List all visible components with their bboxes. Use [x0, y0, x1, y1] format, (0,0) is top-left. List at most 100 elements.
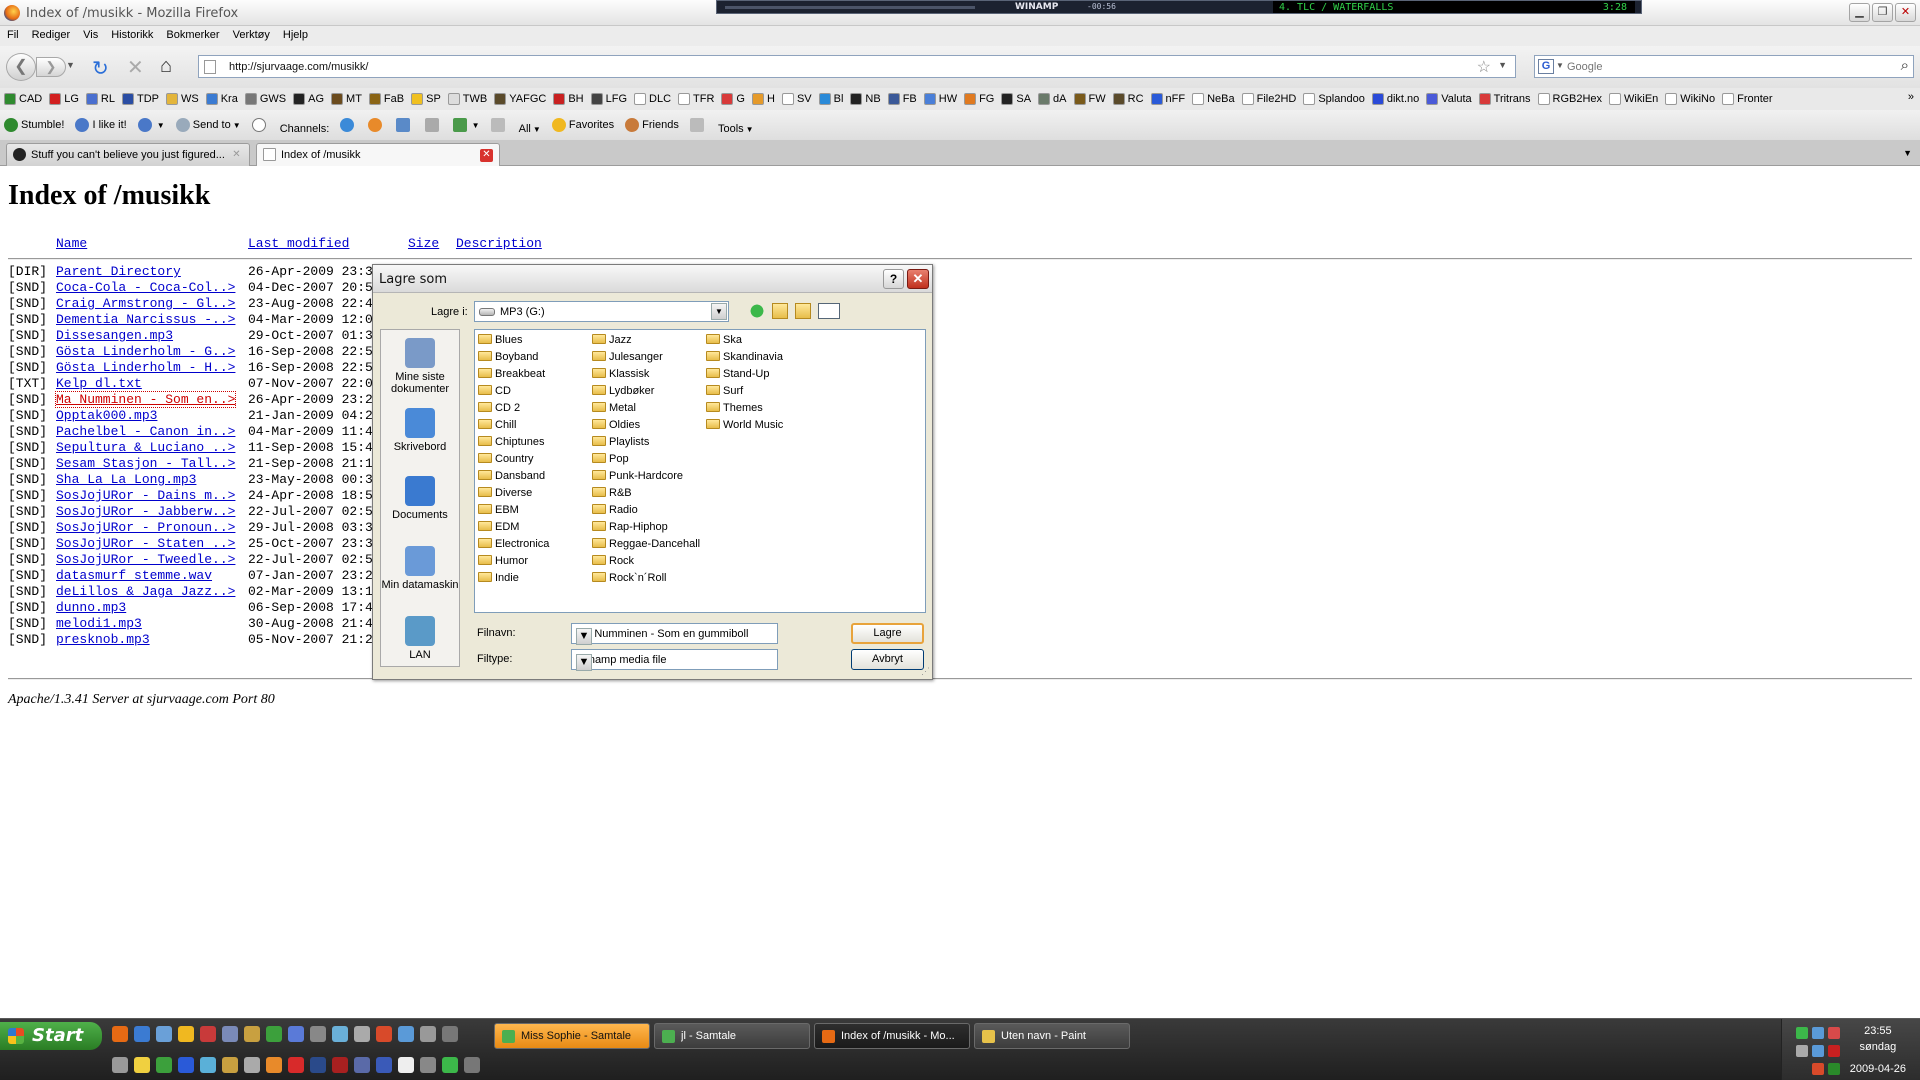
back-arrow-icon[interactable]: [749, 303, 765, 319]
google-engine-icon[interactable]: G: [1538, 59, 1554, 74]
channel-photo-button[interactable]: [392, 110, 417, 140]
bookmark-h[interactable]: H: [748, 88, 778, 110]
folder-item[interactable]: Electronica: [478, 538, 549, 554]
reload-icon[interactable]: ↻: [92, 56, 109, 81]
tab-stuff[interactable]: Stuff you can't believe you just figured…: [6, 143, 250, 166]
url-bar[interactable]: http://sjurvaage.com/musikk/ ☆ ▼: [198, 55, 1516, 78]
folder-item[interactable]: Humor: [478, 555, 528, 571]
bookmark-cad[interactable]: CAD: [0, 88, 45, 110]
bookmark-sv[interactable]: SV: [778, 88, 815, 110]
app-icon[interactable]: [464, 1057, 480, 1073]
dislike-button[interactable]: ▼: [134, 110, 169, 140]
file-link[interactable]: SosJojURor - Pronoun..>: [56, 520, 235, 535]
tray-icon[interactable]: [1828, 1063, 1840, 1075]
app-icon[interactable]: [200, 1026, 216, 1042]
folder-item[interactable]: CD 2: [478, 402, 520, 418]
send-to-button[interactable]: Send to ▼: [172, 110, 245, 140]
like-button[interactable]: I like it!: [71, 110, 130, 140]
bookmark-valuta[interactable]: Valuta: [1422, 88, 1474, 110]
app-icon[interactable]: [398, 1057, 414, 1073]
minimize-button[interactable]: ▁: [1849, 3, 1870, 22]
url-dropdown-icon[interactable]: ▼: [1498, 60, 1507, 70]
folder-item[interactable]: EDM: [478, 521, 519, 537]
folder-item[interactable]: Surf: [706, 385, 743, 401]
app-icon[interactable]: [354, 1057, 370, 1073]
tab-close-icon[interactable]: ✕: [230, 149, 243, 162]
search-bar[interactable]: G ▼ ⌕: [1534, 55, 1914, 78]
photoshop-icon[interactable]: [310, 1057, 326, 1073]
bookmark-wikien[interactable]: WikiEn: [1605, 88, 1661, 110]
bookmark-yafgc[interactable]: YAFGC: [490, 88, 549, 110]
bookmark-fw[interactable]: FW: [1070, 88, 1109, 110]
new-folder-icon[interactable]: [795, 303, 811, 319]
menu-item-hjelp[interactable]: Hjelp: [276, 26, 314, 41]
media-icon[interactable]: [288, 1026, 304, 1042]
app-icon[interactable]: [244, 1057, 260, 1073]
folder-item[interactable]: Chill: [478, 419, 516, 435]
explorer-icon[interactable]: [156, 1026, 172, 1042]
taskbar-button-1[interactable]: Miss Sophie - Samtale: [494, 1023, 650, 1049]
view-menu-icon[interactable]: [818, 303, 840, 319]
folder-item[interactable]: Ska: [706, 334, 742, 350]
app-icon[interactable]: [376, 1057, 392, 1073]
chevron-down-icon[interactable]: ▼: [576, 628, 592, 645]
folder-item[interactable]: World Music: [706, 419, 783, 435]
folder-item[interactable]: Klassisk: [592, 368, 649, 384]
folder-item[interactable]: Pop: [592, 453, 629, 469]
bookmark-rl[interactable]: RL: [82, 88, 118, 110]
app-icon[interactable]: [420, 1026, 436, 1042]
bookmark-lg[interactable]: LG: [45, 88, 82, 110]
folder-item[interactable]: Blues: [478, 334, 523, 350]
bookmark-ws[interactable]: WS: [162, 88, 202, 110]
folder-item[interactable]: Julesanger: [592, 351, 663, 367]
folder-item[interactable]: Oldies: [592, 419, 640, 435]
url-text[interactable]: http://sjurvaage.com/musikk/: [229, 61, 368, 73]
filetype-select[interactable]: Winamp media file ▼: [571, 649, 778, 671]
file-link[interactable]: Craig Armstrong - Gl..>: [56, 296, 235, 311]
file-link[interactable]: Gösta Linderholm - H..>: [56, 360, 235, 375]
bookmark-rc[interactable]: RC: [1109, 88, 1147, 110]
folder-item[interactable]: CD: [478, 385, 511, 401]
file-link[interactable]: datasmurf stemme.wav: [56, 568, 212, 583]
close-window-button[interactable]: ✕: [1895, 3, 1916, 22]
winamp-seek-bar[interactable]: [725, 6, 975, 9]
restore-button[interactable]: ❐: [1872, 3, 1893, 22]
folder-item[interactable]: Breakbeat: [478, 368, 545, 384]
bookmark-tritrans[interactable]: Tritrans: [1475, 88, 1534, 110]
file-link[interactable]: deLillos & Jaga Jazz..>: [56, 584, 235, 599]
bookmark-sa[interactable]: SA: [997, 88, 1034, 110]
window-titlebar[interactable]: Index of /musikk - Mozilla Firefox WINAM…: [0, 0, 1920, 26]
folder-item[interactable]: Themes: [706, 402, 763, 418]
winamp-player[interactable]: WINAMP -00:56 4. TLC / WATERFALLS 3:28: [716, 0, 1642, 14]
folder-item[interactable]: Reggae-Dancehall: [592, 538, 700, 554]
tray-icon[interactable]: [1812, 1027, 1824, 1039]
file-link[interactable]: presknob.mp3: [56, 632, 150, 647]
app-icon[interactable]: [134, 1057, 150, 1073]
bookmark-hw[interactable]: HW: [920, 88, 960, 110]
cancel-button[interactable]: Avbryt: [851, 649, 924, 670]
menu-item-fil[interactable]: Fil: [0, 26, 25, 41]
folder-item[interactable]: Metal: [592, 402, 636, 418]
history-dropdown-icon[interactable]: ▼: [66, 60, 75, 70]
app-icon[interactable]: [354, 1026, 370, 1042]
folder-item[interactable]: Boyband: [478, 351, 538, 367]
app-icon[interactable]: [442, 1057, 458, 1073]
bookmark-nff[interactable]: nFF: [1147, 88, 1189, 110]
clock[interactable]: 23:55 søndag 2009-04-26: [1850, 1023, 1906, 1077]
save-button[interactable]: Lagre: [851, 623, 924, 644]
favorites-button[interactable]: Favorites: [548, 110, 618, 140]
file-link[interactable]: melodi1.mp3: [56, 616, 142, 631]
bookmark-rgb2hex[interactable]: RGB2Hex: [1534, 88, 1606, 110]
place-mine-siste-dokumenter[interactable]: Mine siste dokumenter: [381, 338, 459, 395]
stop-icon[interactable]: ✕: [127, 55, 144, 80]
winamp-song-display[interactable]: 4. TLC / WATERFALLS 3:28: [1273, 1, 1635, 13]
file-link[interactable]: SosJojURor - Dains m..>: [56, 488, 235, 503]
bookmark-tdp[interactable]: TDP: [118, 88, 162, 110]
bookmark-bh[interactable]: BH: [549, 88, 586, 110]
folder-item[interactable]: Punk-Hardcore: [592, 470, 683, 486]
folder-item[interactable]: Playlists: [592, 436, 649, 452]
folder-item[interactable]: Lydbøker: [592, 385, 654, 401]
app-icon[interactable]: [310, 1026, 326, 1042]
comment-button[interactable]: [248, 110, 273, 140]
search-icon[interactable]: ⌕: [1901, 57, 1909, 74]
